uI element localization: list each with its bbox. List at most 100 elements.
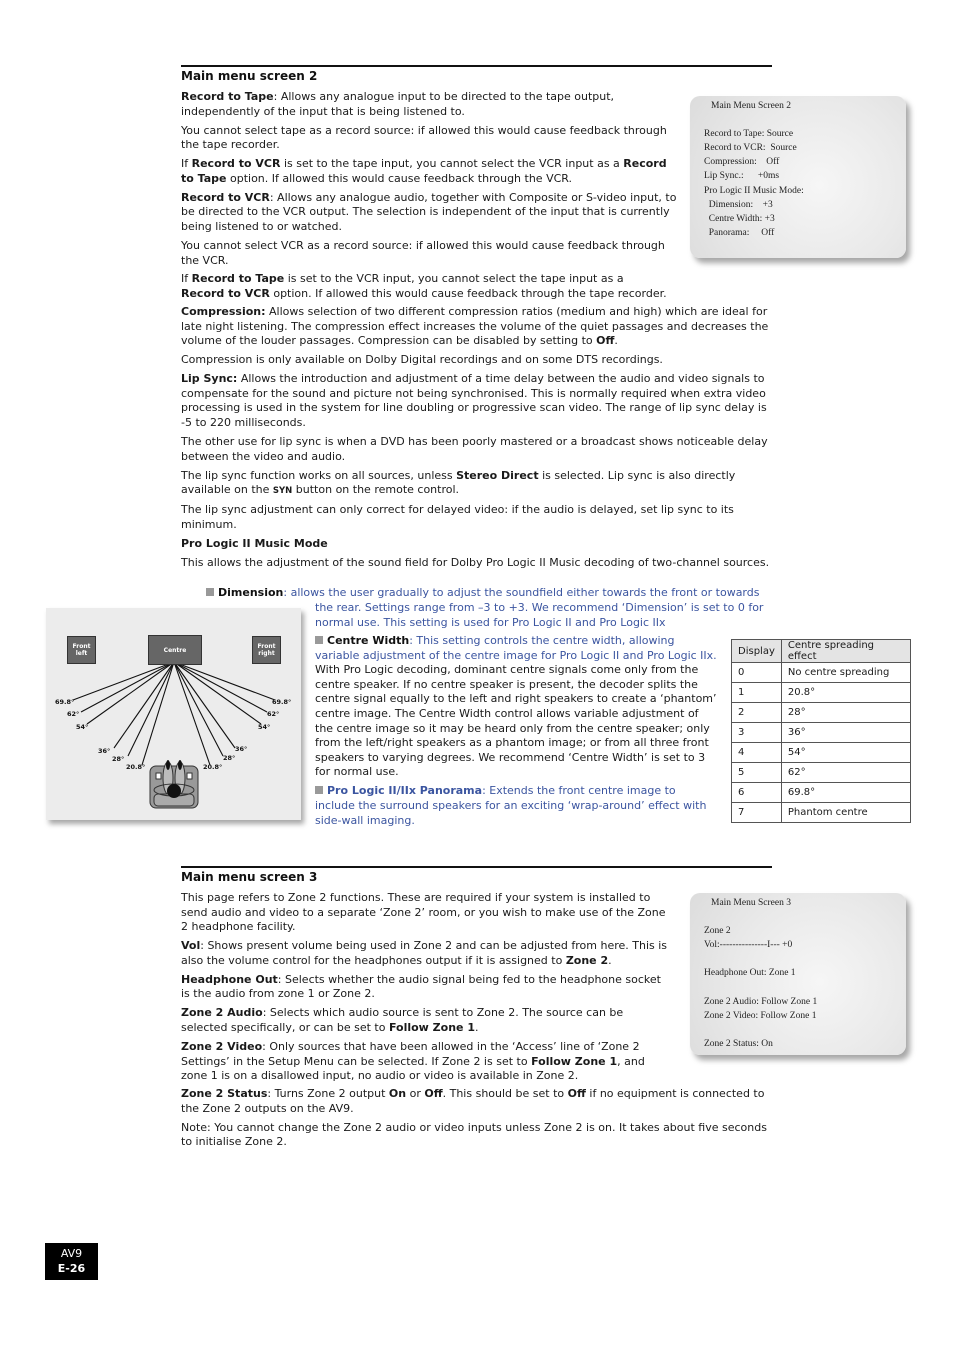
paragraph: Zone 2 Status: Turns Zone 2 output On or…	[181, 1087, 765, 1115]
table-cell: 36°	[780, 722, 911, 743]
bullet-square-icon	[315, 636, 323, 644]
screen-line: Compression: Off	[704, 157, 780, 167]
paragraph: Compression is only available on Dolby D…	[181, 353, 663, 367]
table-cell: 54°	[780, 742, 911, 763]
angle-label-right: 54°	[258, 723, 271, 731]
table-cell: 3	[731, 722, 782, 743]
model-label: AV9	[60, 1247, 83, 1260]
table-cell: 4	[731, 742, 782, 763]
dimension-bullet-continued: the rear. Settings range from –3 to +3. …	[315, 601, 764, 629]
section-divider	[181, 866, 772, 868]
paragraph: You cannot select tape as a record sourc…	[181, 123, 667, 152]
table-cell: 20.8°	[780, 682, 911, 703]
screen-line: Pro Logic II Music Mode:	[704, 186, 804, 196]
centre-spreading-table: Display Centre spreading effect 0 No cent…	[731, 639, 911, 823]
table-header-cell: Display	[731, 639, 782, 663]
screen-line: Record to Tape: Source	[704, 129, 794, 139]
table-row: 6 69.8°	[731, 782, 911, 803]
screen-line: Dimension: +3	[704, 200, 773, 210]
table-row: 0 No centre spreading	[731, 662, 911, 683]
screen-3-text-wide: Zone 2 Status: Turns Zone 2 output On or…	[181, 1087, 771, 1154]
paragraph: Vol: Shows present volume being used in …	[181, 939, 668, 967]
paragraph: Record to Tape: Allows any analogue inpu…	[181, 90, 615, 118]
centre-width-text: Centre Width: This setting controls the …	[315, 634, 717, 828]
screen-line: Lip Sync.: +0ms	[704, 171, 780, 181]
bullet-square-icon	[206, 588, 214, 596]
table-cell: 0	[731, 662, 782, 683]
angle-label-left: 36°	[98, 747, 111, 755]
paragraph: Lip Sync: Allows the introduction and ad…	[181, 372, 767, 429]
speaker-centre: Centre	[148, 635, 202, 665]
screen-line: Record to VCR: Source	[704, 143, 797, 153]
angle-label-left: 62°	[67, 710, 80, 718]
centre-width-bullet: Centre Width: This setting controls the …	[315, 634, 717, 662]
angle-label-right: 20.8°	[203, 763, 223, 771]
table-header-row: Display Centre spreading effect	[731, 639, 911, 663]
paragraph: Record to VCR: Allows any analogue audio…	[181, 190, 677, 233]
table-row: 1 20.8°	[731, 682, 911, 703]
subheading-pro-logic-ii: Pro Logic II Music Mode	[181, 536, 328, 550]
screen-line: Zone 2 Video: Follow Zone 1	[704, 1011, 817, 1021]
paragraph: Zone 2 Audio: Selects which audio source…	[181, 1006, 624, 1034]
angle-label-left: 69.8°	[55, 698, 75, 706]
paragraph: You cannot select VCR as a record source…	[181, 238, 665, 267]
table-cell: 7	[731, 802, 782, 823]
screen-title: Main Menu Screen 2	[711, 101, 791, 111]
centre-spreading-diagram: Front left Centre Front right 69.8° 62° …	[46, 608, 301, 820]
paragraph: The other use for lip sync is when a DVD…	[181, 434, 768, 463]
table-cell: 6	[731, 782, 782, 803]
table-row: 7 Phantom centre	[731, 802, 911, 823]
bullet-square-icon	[315, 786, 323, 795]
paragraph: Compression: Allows selection of two dif…	[181, 305, 769, 348]
panorama-bullet: Pro Logic II/IIx Panorama: Extends the f…	[315, 784, 707, 827]
page-number-box: AV9 E-26	[45, 1243, 98, 1280]
table-row: 2 28°	[731, 702, 911, 723]
table-cell: 1	[731, 682, 782, 703]
table-cell: 5	[731, 762, 782, 783]
speaker-front-right: Front right	[252, 636, 281, 664]
screen-line: Zone 2	[704, 926, 731, 936]
screen-line: Panorama: Off	[704, 228, 775, 238]
paragraph: Headphone Out: Selects whether the audio…	[181, 972, 661, 1001]
section-heading-screen-2: Main menu screen 2	[181, 69, 318, 83]
angle-label-right: 69.8°	[272, 698, 292, 706]
table-row: 5 62°	[731, 762, 911, 783]
angle-label-right: 28°	[223, 754, 236, 762]
listener-chair-icon	[149, 760, 199, 809]
centre-width-body: With Pro Logic decoding, dominant centre…	[315, 663, 717, 779]
screen-2-text-wide: Compression: Allows selection of two dif…	[181, 305, 774, 575]
screen-3-text-column: This page refers to Zone 2 functions. Th…	[181, 891, 673, 1088]
paragraph: This page refers to Zone 2 functions. Th…	[181, 891, 666, 934]
angle-label-left: 28°	[112, 755, 125, 763]
table-cell: No centre spreading	[780, 662, 911, 683]
screen-line: Zone 2 Status: On	[704, 1039, 773, 1049]
dimension-bullet: Dimension: allows the user gradually to …	[206, 586, 776, 601]
paragraph: If Record to VCR is set to the tape inpu…	[181, 157, 667, 185]
page-number: E-26	[57, 1262, 86, 1275]
syn-button-label: SYN	[272, 486, 293, 497]
menu-screen-3-image: Main Menu Screen 3 Zone 2 Vol:----------…	[690, 893, 906, 1055]
table-cell: 69.8°	[780, 782, 911, 803]
paragraph: Note: You cannot change the Zone 2 audio…	[181, 1120, 767, 1149]
screen-line: Headphone Out: Zone 1	[704, 968, 796, 978]
screen-line: Vol:---------------I--- +0	[704, 940, 793, 950]
angle-label-left: 54°	[76, 723, 89, 731]
angle-label-right: 36°	[235, 745, 248, 753]
table-cell: 2	[731, 702, 782, 723]
angle-label-right: 62°	[267, 710, 280, 718]
table-row: 3 36°	[731, 722, 911, 743]
paragraph: If Record to Tape is set to the VCR inpu…	[181, 272, 667, 301]
table-cell: 28°	[780, 702, 911, 723]
table-cell: Phantom centre	[780, 802, 911, 823]
menu-screen-2-image: Main Menu Screen 2 Record to Tape: Sourc…	[690, 96, 906, 258]
paragraph: Zone 2 Video: Only sources that have bee…	[181, 1039, 645, 1083]
screen-2-text-column: Record to Tape: Allows any analogue inpu…	[181, 90, 681, 306]
paragraph: This allows the adjustment of the sound …	[181, 555, 770, 569]
paragraph: The lip sync adjustment can only correct…	[181, 503, 734, 531]
paragraph: The lip sync function works on all sourc…	[181, 468, 736, 497]
table-row: 4 54°	[731, 742, 911, 763]
section-heading-screen-3: Main menu screen 3	[181, 870, 318, 884]
screen-line: Centre Width: +3	[704, 214, 775, 224]
table-cell: 62°	[780, 762, 911, 783]
section-divider	[181, 65, 772, 67]
